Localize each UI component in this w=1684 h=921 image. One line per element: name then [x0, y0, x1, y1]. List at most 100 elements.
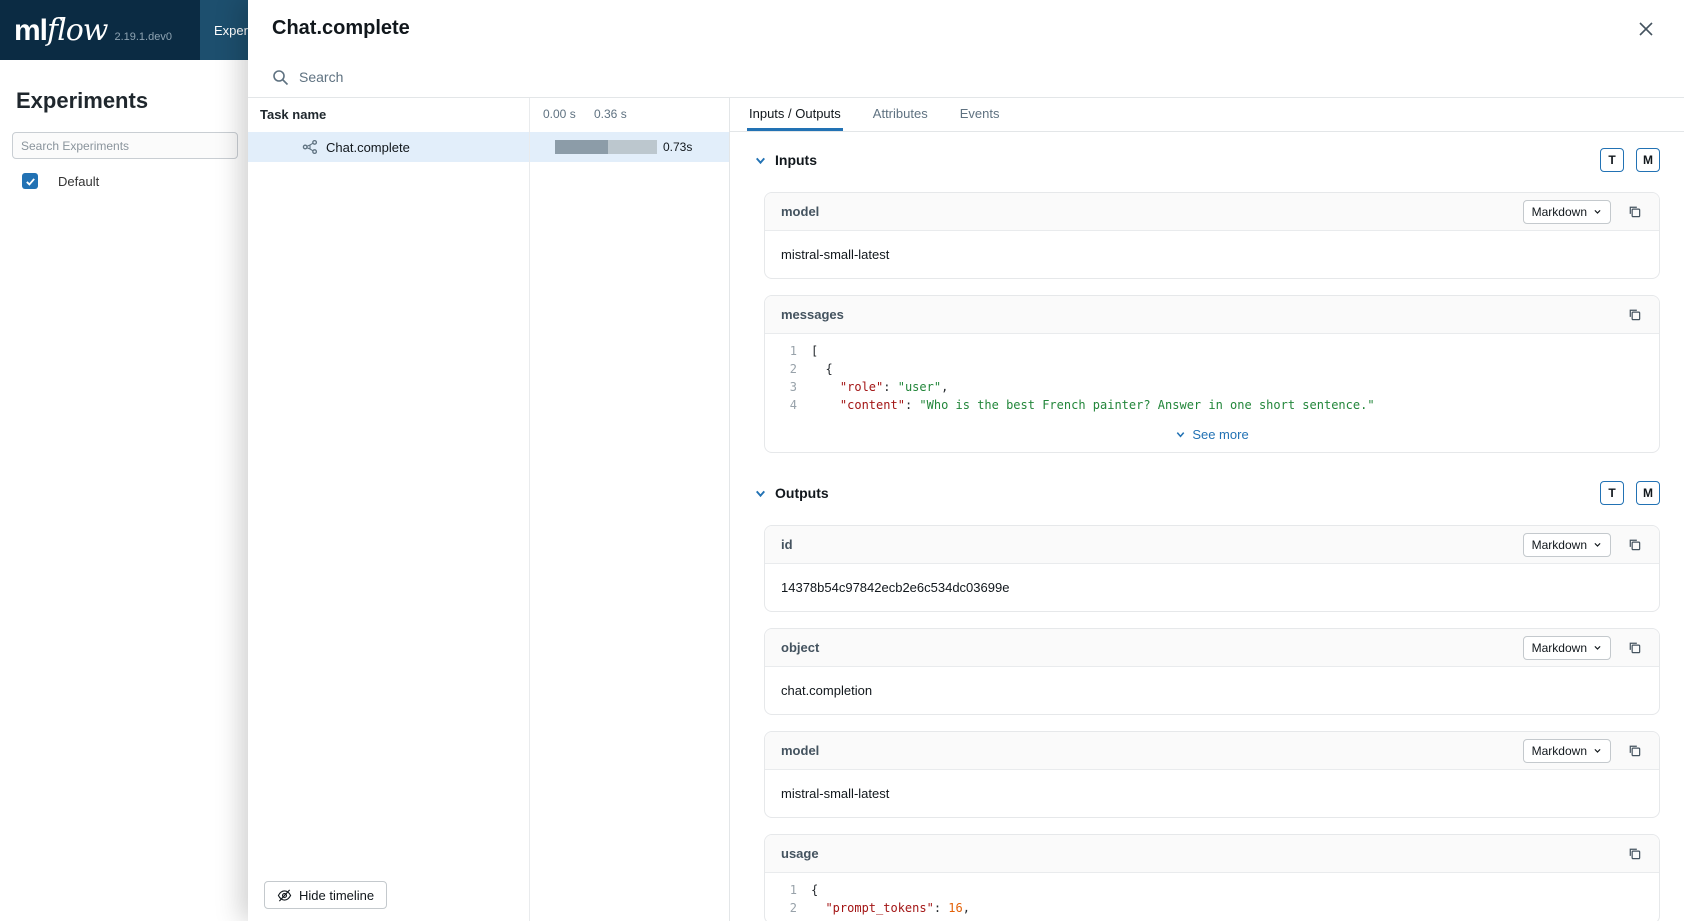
card-header: model Markdown	[765, 193, 1659, 231]
card-title: object	[781, 640, 819, 655]
drawer-title: Chat.complete	[272, 17, 410, 40]
view-toggles: T M	[1600, 148, 1660, 172]
chevron-down-icon	[754, 154, 767, 167]
chevron-down-icon	[1593, 746, 1602, 755]
span-detail-pane: Inputs / Outputs Attributes Events Input…	[730, 98, 1684, 921]
card-value: mistral-small-latest	[765, 231, 1659, 278]
markdown-view-toggle[interactable]: M	[1636, 481, 1660, 505]
card-header: object Markdown	[765, 629, 1659, 667]
json-code-block: 1[2 {3 "role": "user",4 "content": "Who …	[765, 334, 1659, 420]
card-actions	[1625, 306, 1643, 324]
card-header: messages	[765, 296, 1659, 334]
card-title: messages	[781, 307, 844, 322]
experiment-checkbox[interactable]	[22, 173, 38, 189]
experiments-page: Experiments Default	[0, 60, 248, 189]
mlflow-logo[interactable]: mlflow 2.19.1.dev0	[14, 13, 172, 48]
output-card-id: id Markdown	[764, 525, 1660, 612]
render-mode-value: Markdown	[1532, 641, 1587, 655]
page-title: Experiments	[16, 88, 248, 114]
trace-span-icon	[302, 139, 318, 155]
outputs-section-header[interactable]: Outputs T M	[754, 479, 1660, 507]
trace-detail-drawer: Chat.complete Task name 0.00 s 0.36 s	[248, 0, 1684, 921]
search-icon	[272, 69, 289, 86]
hide-timeline-button[interactable]: Hide timeline	[264, 881, 387, 909]
check-icon	[25, 176, 36, 187]
render-mode-select[interactable]: Markdown	[1523, 739, 1611, 763]
inputs-section-header[interactable]: Inputs T M	[754, 146, 1660, 174]
render-mode-select[interactable]: Markdown	[1523, 636, 1611, 660]
task-name: Chat.complete	[326, 140, 410, 155]
version-label: 2.19.1.dev0	[114, 31, 172, 43]
task-tree-pane: Task name 0.00 s 0.36 s Chat.complete 0.…	[248, 98, 730, 921]
close-icon[interactable]	[1632, 15, 1660, 43]
render-mode-select[interactable]: Markdown	[1523, 533, 1611, 557]
copy-icon[interactable]	[1625, 742, 1643, 760]
chevron-down-icon	[1175, 429, 1186, 440]
tab-attributes[interactable]: Attributes	[871, 98, 930, 131]
experiment-name[interactable]: Default	[58, 174, 99, 189]
card-title: id	[781, 537, 793, 552]
tab-events[interactable]: Events	[958, 98, 1002, 131]
markdown-view-toggle[interactable]: M	[1636, 148, 1660, 172]
tree-header: Task name 0.00 s 0.36 s	[248, 98, 729, 130]
render-mode-value: Markdown	[1532, 744, 1587, 758]
json-code-block: 1{2 "prompt_tokens": 16,	[765, 873, 1659, 921]
copy-icon[interactable]	[1625, 203, 1643, 221]
chevron-down-icon	[1593, 540, 1602, 549]
chevron-down-icon	[1593, 643, 1602, 652]
render-mode-select[interactable]: Markdown	[1523, 200, 1611, 224]
time-tick: 0.36 s	[594, 107, 627, 121]
card-header: usage	[765, 835, 1659, 873]
detail-scroll-area: Inputs T M model Markdown	[730, 132, 1684, 921]
copy-icon[interactable]	[1625, 536, 1643, 554]
drawer-header: Chat.complete	[248, 0, 1684, 57]
duration-label: 0.73s	[663, 140, 692, 154]
logo-ml: ml	[14, 14, 47, 48]
experiments-search-box[interactable]	[12, 132, 238, 159]
outputs-section-title: Outputs	[775, 485, 829, 501]
detail-tabs: Inputs / Outputs Attributes Events	[730, 98, 1684, 132]
task-row[interactable]: Chat.complete 0.73s	[248, 132, 729, 162]
trace-search-bar	[248, 57, 1684, 98]
copy-icon[interactable]	[1625, 639, 1643, 657]
experiment-list-item[interactable]: Default	[22, 173, 248, 189]
chevron-down-icon	[1593, 207, 1602, 216]
input-card-messages: messages 1[2 {3 "role": "user",4 "conten…	[764, 295, 1660, 453]
card-value: chat.completion	[765, 667, 1659, 714]
copy-icon[interactable]	[1625, 845, 1643, 863]
card-title: model	[781, 743, 819, 758]
logo-flow: flow	[47, 13, 107, 48]
card-actions: Markdown	[1523, 739, 1643, 763]
output-card-model: model Markdown	[764, 731, 1660, 818]
card-actions: Markdown	[1523, 200, 1643, 224]
card-actions: Markdown	[1523, 533, 1643, 557]
hide-timeline-label: Hide timeline	[299, 888, 374, 903]
card-header: id Markdown	[765, 526, 1659, 564]
trace-search-input[interactable]	[299, 69, 1660, 85]
view-toggles: T M	[1600, 481, 1660, 505]
output-card-object: object Markdown	[764, 628, 1660, 715]
card-title: model	[781, 204, 819, 219]
render-mode-value: Markdown	[1532, 205, 1587, 219]
timeline-bar	[555, 140, 657, 154]
card-actions	[1625, 845, 1643, 863]
column-divider	[529, 98, 530, 921]
chevron-down-icon	[754, 487, 767, 500]
see-more-link[interactable]: See more	[765, 420, 1659, 452]
card-title: usage	[781, 846, 819, 861]
experiments-search-input[interactable]	[21, 139, 229, 153]
input-card-model: model Markdown	[764, 192, 1660, 279]
card-header: model Markdown	[765, 732, 1659, 770]
text-view-toggle[interactable]: T	[1600, 148, 1624, 172]
copy-icon[interactable]	[1625, 306, 1643, 324]
eye-off-icon	[277, 888, 292, 903]
see-more-label: See more	[1192, 427, 1248, 442]
text-view-toggle[interactable]: T	[1600, 481, 1624, 505]
task-name-column-header: Task name	[248, 107, 326, 122]
card-value: mistral-small-latest	[765, 770, 1659, 817]
render-mode-value: Markdown	[1532, 538, 1587, 552]
drawer-main: Task name 0.00 s 0.36 s Chat.complete 0.…	[248, 98, 1684, 921]
inputs-section-title: Inputs	[775, 152, 817, 168]
time-tick: 0.00 s	[543, 107, 576, 121]
tab-inputs-outputs[interactable]: Inputs / Outputs	[747, 98, 843, 131]
